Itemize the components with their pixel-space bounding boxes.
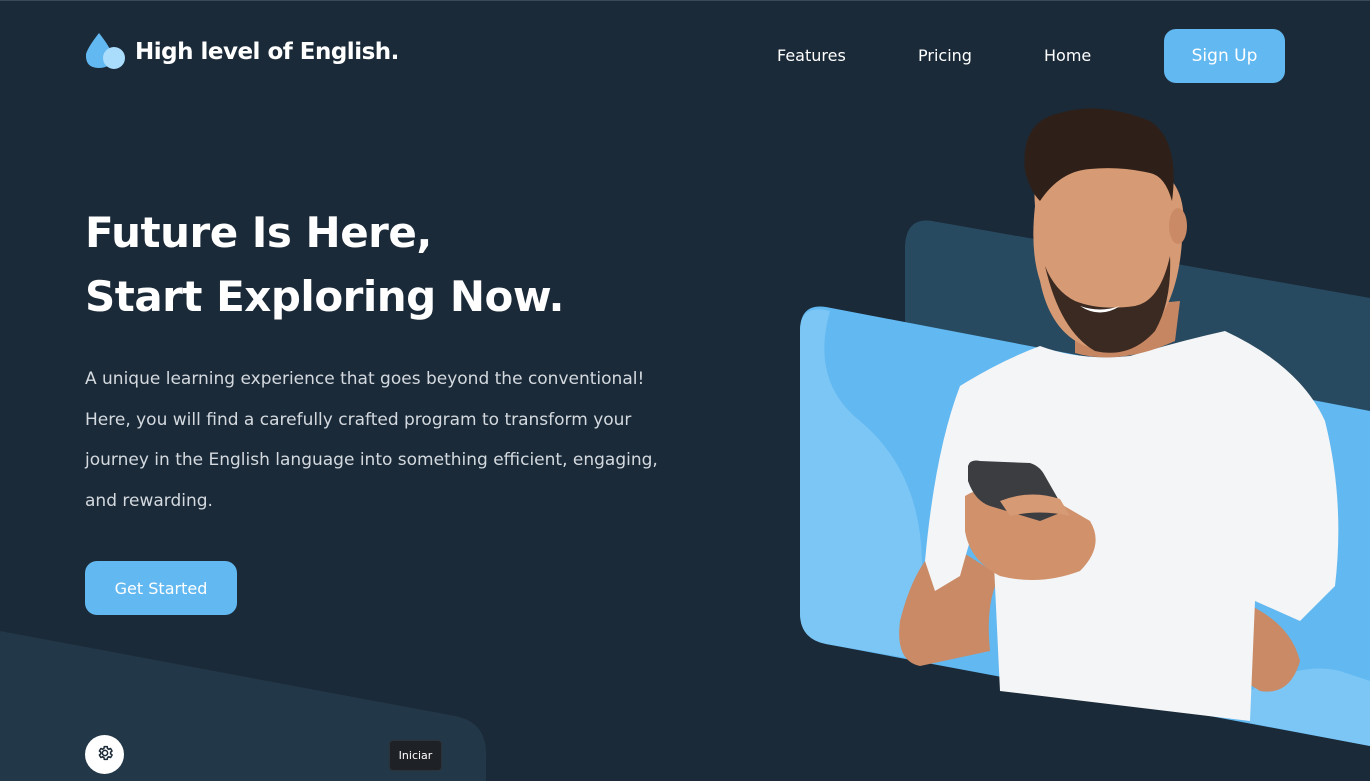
water-drop-icon: [85, 32, 127, 72]
logo-text: High level of English.: [135, 39, 399, 65]
landing-page: High level of English. Features Pricing …: [0, 0, 1370, 781]
person-illustration: [899, 108, 1339, 721]
nav-features[interactable]: Features: [777, 46, 846, 65]
iniciar-button[interactable]: Iniciar: [389, 740, 442, 771]
nav-pricing[interactable]: Pricing: [918, 46, 972, 65]
hero-description: A unique learning experience that goes b…: [85, 369, 658, 511]
settings-button[interactable]: [85, 735, 124, 774]
headline-line-1: Future Is Here,: [85, 208, 432, 257]
gear-icon: [96, 744, 114, 765]
hero-headline: Future Is Here, Start Exploring Now.: [85, 201, 564, 329]
sign-up-button[interactable]: Sign Up: [1164, 29, 1285, 83]
get-started-button[interactable]: Get Started: [85, 561, 237, 615]
nav-home[interactable]: Home: [1044, 46, 1091, 65]
brand-logo[interactable]: High level of English.: [85, 32, 399, 72]
headline-line-2: Start Exploring Now.: [85, 272, 564, 321]
ear: [1169, 208, 1187, 244]
